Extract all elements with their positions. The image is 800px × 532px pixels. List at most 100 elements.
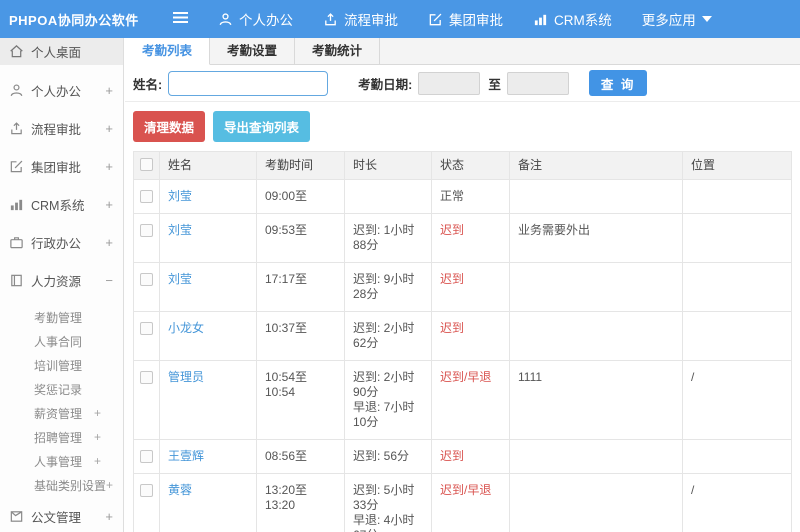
- row-checkbox[interactable]: [140, 273, 153, 286]
- hamburger-menu-button[interactable]: [160, 11, 200, 27]
- duration: 迟到: 2小时90分 早退: 7小时10分: [344, 360, 432, 440]
- table-row: 黄蓉 13:20至13:20 迟到: 5小时33分早退: 4小时67分 迟到/早…: [133, 473, 792, 532]
- attendance-time: 10:54至10:54: [256, 360, 345, 440]
- date-from-input[interactable]: [418, 71, 481, 95]
- sidebar-item-label: CRM系统: [31, 199, 85, 213]
- sidebar-item-label: 个人桌面: [31, 46, 82, 60]
- attendance-time: 09:00至: [256, 179, 345, 214]
- chart-icon: [9, 197, 24, 212]
- sidebar-subitem-reward-punishment[interactable]: 奖惩记录: [0, 377, 123, 401]
- sidebar-item-personal-office[interactable]: 个人办公 +: [0, 77, 123, 104]
- row-checkbox[interactable]: [140, 322, 153, 335]
- status: 迟到: [431, 213, 510, 263]
- expand-plus[interactable]: +: [105, 121, 113, 136]
- tab-attendance-statistics[interactable]: 考勤统计: [295, 38, 381, 64]
- sidebar-item-personal-desktop[interactable]: 个人桌面: [0, 38, 123, 65]
- sidebar-subitem-label: 薪资管理: [34, 406, 83, 421]
- employee-name-link[interactable]: 刘莹: [168, 223, 192, 237]
- duration: 迟到: 9小时28分: [344, 262, 432, 312]
- employee-name-link[interactable]: 小龙女: [168, 321, 204, 335]
- export-list-button[interactable]: 导出查询列表: [213, 111, 311, 142]
- sidebar-subitem-base-category-settings[interactable]: 基础类别设置 +: [0, 473, 123, 497]
- remark: [509, 262, 683, 312]
- sidebar-subitem-recruitment-management[interactable]: 招聘管理 +: [0, 425, 123, 449]
- attendance-date-label: 考勤日期:: [358, 77, 413, 92]
- sidebar-item-label: 流程审批: [31, 123, 82, 137]
- attendance-time: 10:37至: [256, 311, 345, 361]
- table-row: 管理员 10:54至10:54 迟到: 2小时90分 早退: 7小时10分 迟到/…: [133, 360, 792, 440]
- sidebar-item-human-resources[interactable]: 人力资源 −: [0, 267, 123, 294]
- collapse-minus[interactable]: −: [105, 273, 113, 288]
- sidebar-subitem-hr-contract[interactable]: 人事合同: [0, 329, 123, 353]
- row-checkbox[interactable]: [140, 484, 153, 497]
- expand-plus[interactable]: +: [105, 159, 113, 174]
- duration: 迟到: 5小时33分早退: 4小时67分: [344, 473, 432, 532]
- sidebar-item-workflow-approval[interactable]: 流程审批 +: [0, 115, 123, 142]
- remark: [509, 179, 683, 214]
- row-checkbox[interactable]: [140, 371, 153, 384]
- employee-name-link[interactable]: 刘莹: [168, 189, 192, 203]
- expand-plus[interactable]: +: [105, 83, 113, 98]
- expand-plus[interactable]: +: [106, 478, 113, 492]
- location: /: [682, 473, 792, 532]
- row-checkbox[interactable]: [140, 450, 153, 463]
- top-navbar: PHPOA协同办公软件 个人办公 流程审批 集团审批 CRM系统 更多应用: [0, 0, 800, 38]
- sidebar-subitem-attendance-management[interactable]: 考勤管理: [0, 305, 123, 329]
- attendance-time: 09:53至: [256, 213, 345, 263]
- attendance-time: 17:17至: [256, 262, 345, 312]
- sidebar-subitem-salary-management[interactable]: 薪资管理 +: [0, 401, 123, 425]
- clear-data-button[interactable]: 清理数据: [133, 111, 206, 142]
- chart-icon: [533, 12, 548, 27]
- nav-item-personal-office[interactable]: 个人办公: [218, 9, 293, 29]
- sidebar-subitem-label: 考勤管理: [34, 310, 83, 325]
- home-icon: [9, 44, 24, 59]
- header-duration: 时长: [344, 151, 432, 180]
- tab-strip: 考勤列表 考勤设置 考勤统计: [125, 38, 800, 65]
- expand-plus[interactable]: +: [105, 509, 113, 524]
- search-button[interactable]: 查 询: [588, 70, 648, 96]
- sidebar-subitem-personnel-management[interactable]: 人事管理 +: [0, 449, 123, 473]
- nav-item-more-apps[interactable]: 更多应用: [642, 9, 712, 29]
- tab-attendance-list[interactable]: 考勤列表: [125, 38, 211, 65]
- expand-plus[interactable]: +: [94, 406, 101, 420]
- nav-item-label: 集团审批: [449, 13, 503, 28]
- expand-plus[interactable]: +: [105, 197, 113, 212]
- header-location: 位置: [682, 151, 792, 180]
- employee-name-link[interactable]: 管理员: [168, 370, 204, 384]
- filter-bar: 姓名: 考勤日期: 至 查 询: [125, 65, 800, 102]
- sidebar-item-document-management[interactable]: 公文管理 +: [0, 503, 123, 530]
- remark: 1111: [509, 360, 683, 440]
- to-label: 至: [488, 77, 501, 92]
- tab-attendance-settings[interactable]: 考勤设置: [210, 38, 296, 64]
- employee-name-link[interactable]: 黄蓉: [168, 483, 192, 497]
- sidebar-item-admin-office[interactable]: 行政办公 +: [0, 229, 123, 256]
- expand-plus[interactable]: +: [105, 235, 113, 250]
- sidebar-subitem-label: 奖惩记录: [34, 382, 83, 397]
- name-input[interactable]: [168, 70, 329, 96]
- select-all-checkbox[interactable]: [140, 158, 153, 171]
- location: /: [682, 360, 792, 440]
- sidebar-subitem-label: 人事合同: [34, 334, 83, 349]
- location: [682, 439, 792, 474]
- user-icon: [218, 12, 233, 27]
- attendance-table: 姓名 考勤时间 时长 状态 备注 位置 刘莹 09:00至 正常 刘莹 09:5…: [133, 151, 792, 532]
- sidebar-item-group-approval[interactable]: 集团审批 +: [0, 153, 123, 180]
- nav-item-group-approval[interactable]: 集团审批: [428, 9, 503, 29]
- employee-name-link[interactable]: 刘莹: [168, 272, 192, 286]
- date-to-input[interactable]: [506, 71, 569, 95]
- nav-item-workflow-approval[interactable]: 流程审批: [323, 9, 398, 29]
- row-checkbox[interactable]: [140, 190, 153, 203]
- sidebar-item-crm-system[interactable]: CRM系统 +: [0, 191, 123, 218]
- row-checkbox[interactable]: [140, 224, 153, 237]
- nav-item-crm-system[interactable]: CRM系统: [533, 9, 612, 29]
- caret-down-icon: [701, 16, 712, 22]
- expand-plus[interactable]: +: [94, 454, 101, 468]
- duration: [344, 179, 432, 214]
- table-row: 小龙女 10:37至 迟到: 2小时62分 迟到: [133, 311, 792, 361]
- status: 迟到: [431, 439, 510, 474]
- sidebar-subitem-label: 人事管理: [34, 454, 83, 469]
- expand-plus[interactable]: +: [94, 430, 101, 444]
- sidebar-subitem-training-management[interactable]: 培训管理: [0, 353, 123, 377]
- table-row: 刘莹 09:00至 正常: [133, 179, 792, 214]
- employee-name-link[interactable]: 王壹辉: [168, 449, 204, 463]
